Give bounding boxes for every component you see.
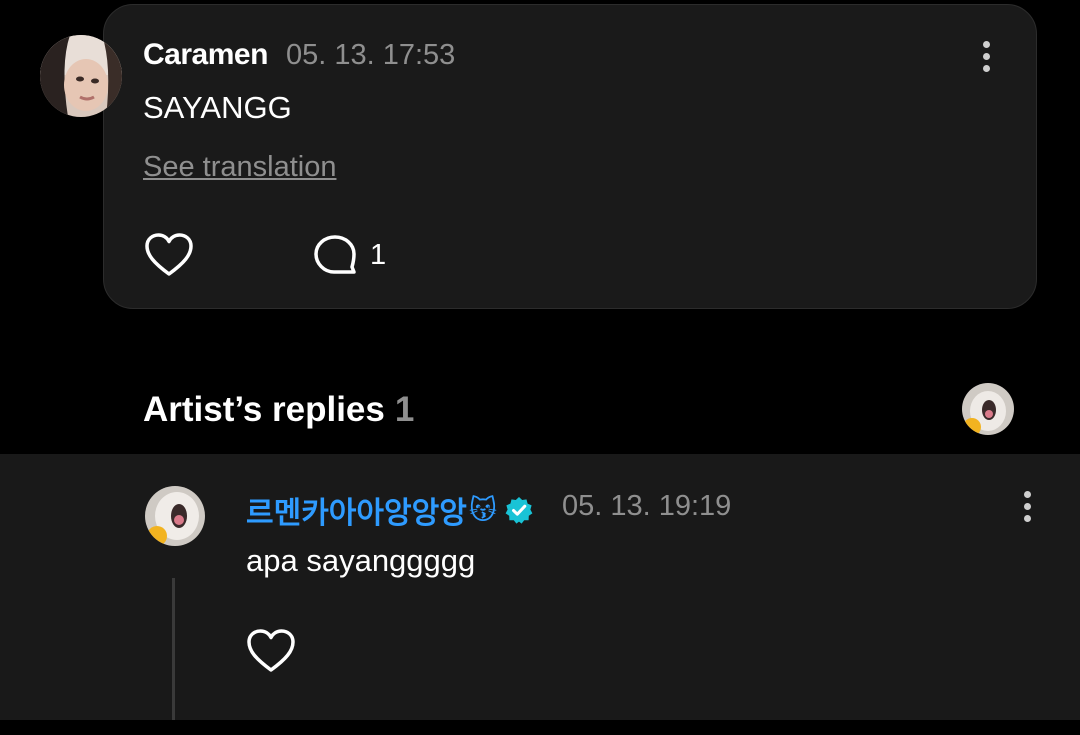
comment-timestamp: 05. 13. 17:53 [286,39,456,71]
reply-thread-line [172,578,175,720]
artist-mini-avatar[interactable] [962,383,1014,435]
artist-replies-title: Artist’s replies [143,390,385,429]
comment-author-name[interactable]: Caramen [143,38,268,72]
artist-reply-author-name[interactable]: 르멘카아아앙앙앙 [246,488,467,532]
comment-like-heart-icon[interactable] [144,232,194,278]
artist-reply-avatar[interactable] [145,486,205,546]
comment-reply-count[interactable]: 1 [370,239,386,272]
artist-reply-author[interactable]: 르멘카아아앙앙앙 😽 [246,488,533,532]
artist-reply-timestamp: 05. 13. 19:19 [562,490,732,522]
artist-replies-count: 1 [394,390,415,429]
reply-more-options-icon[interactable] [1015,486,1039,526]
artist-replies-heading: Artist’s replies 1 [143,390,414,430]
verified-badge-icon [505,496,533,524]
artist-reply-text: apa sayanggggg [246,543,476,578]
comment-reply-bubble-icon[interactable] [312,232,358,278]
comment-author-avatar[interactable] [40,35,122,117]
comment-text: SAYANGG [143,90,292,125]
reply-like-heart-icon[interactable] [246,628,296,674]
see-translation-link[interactable]: See translation [143,151,336,184]
kissing-cat-emoji: 😽 [468,494,497,525]
comment-more-options-icon[interactable] [974,36,998,76]
